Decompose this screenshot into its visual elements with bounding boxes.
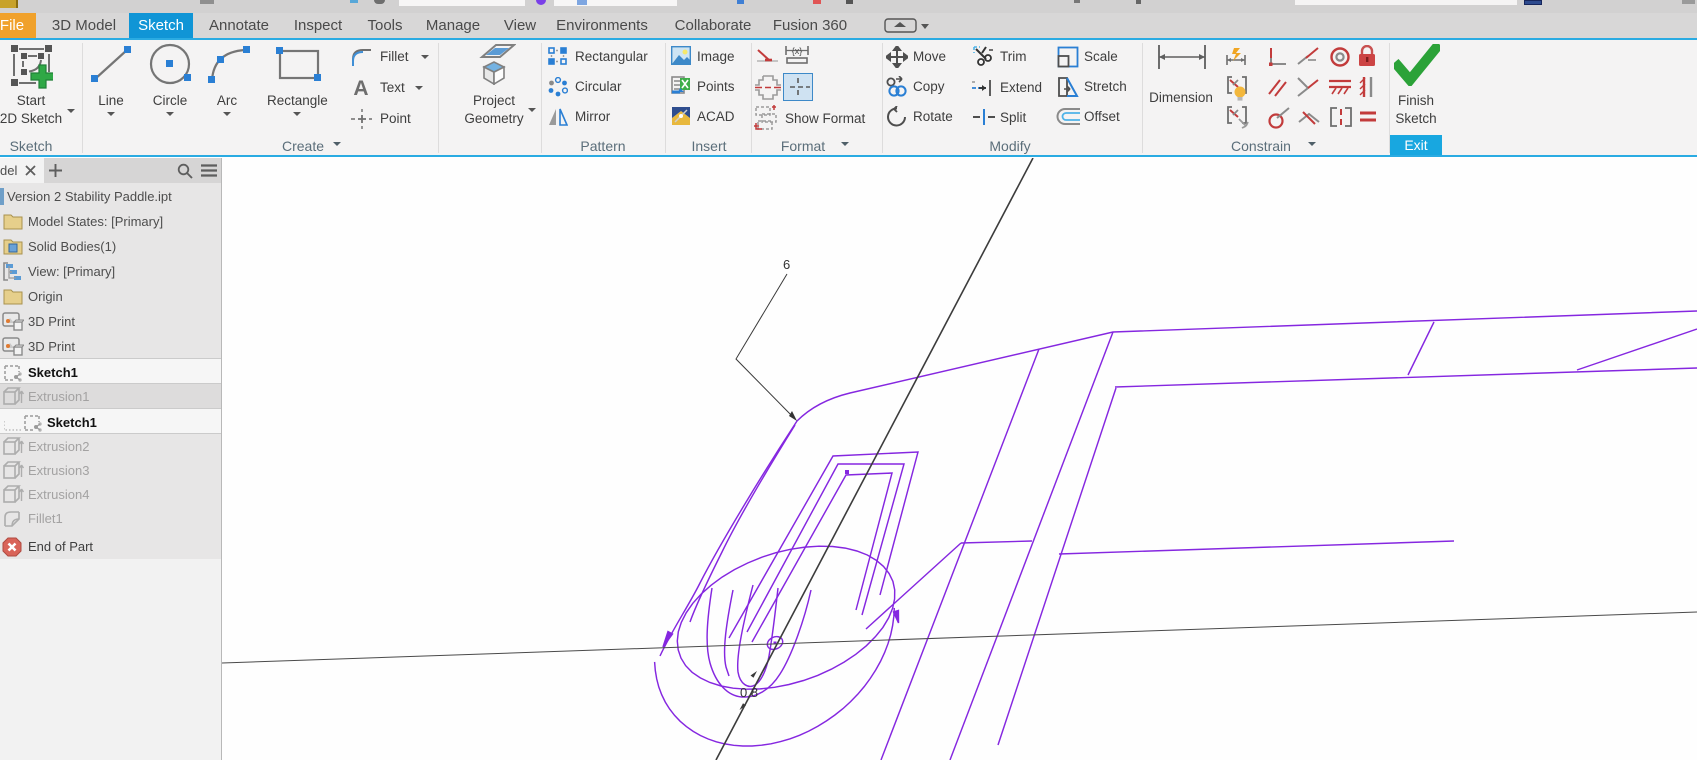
svg-text:A: A: [353, 78, 368, 97]
svg-text:0.8: 0.8: [740, 685, 758, 700]
svg-text:6: 6: [783, 257, 790, 272]
svg-text:{x}: {x}: [792, 46, 803, 56]
